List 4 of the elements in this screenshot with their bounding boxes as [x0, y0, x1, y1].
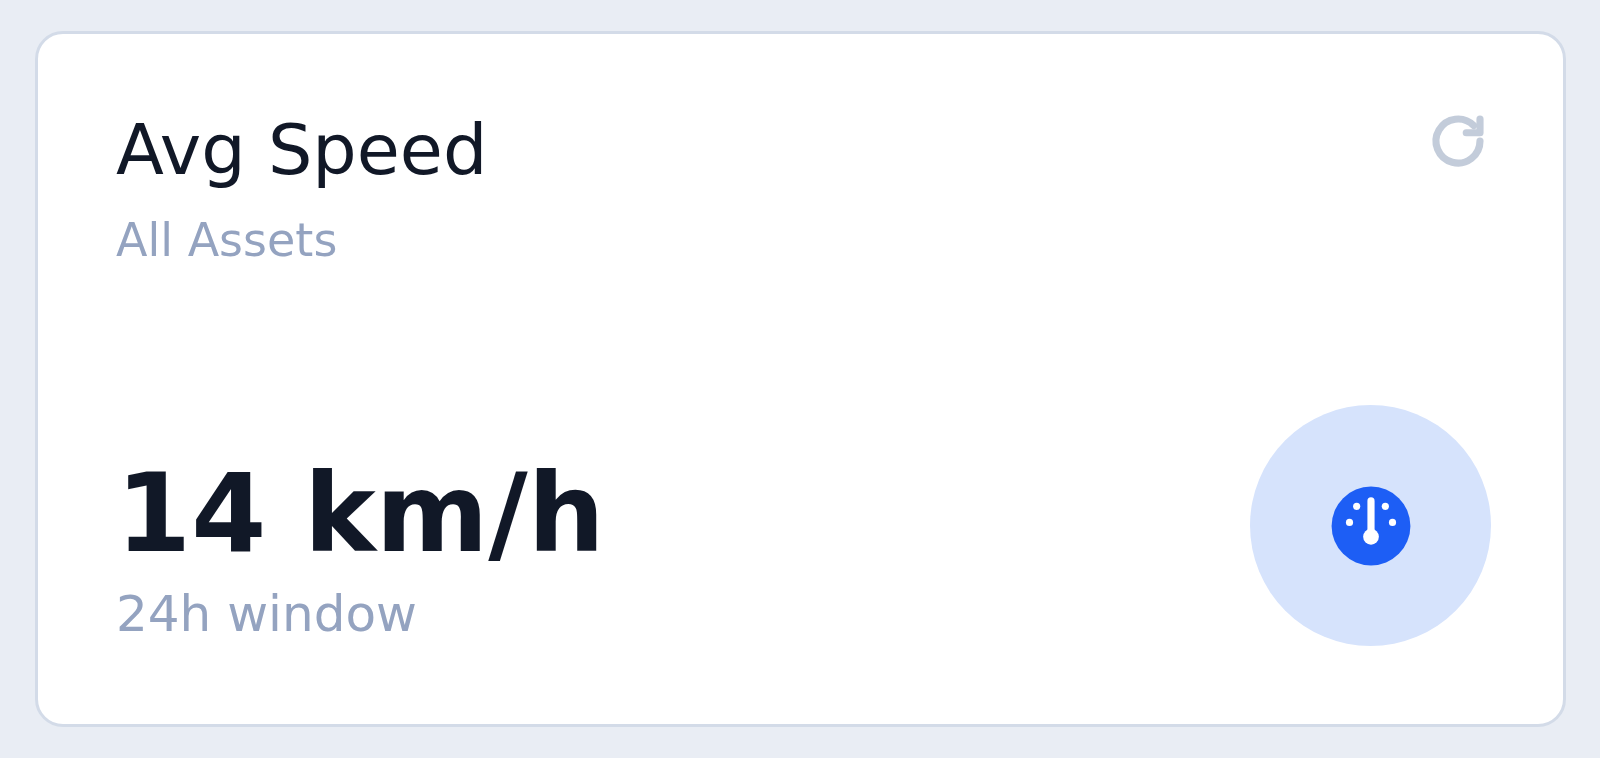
card-title: Avg Speed [116, 112, 488, 189]
speed-caption: 24h window [116, 584, 418, 644]
speed-value: 14 km/h [116, 455, 605, 574]
card-subtitle: All Assets [116, 213, 339, 269]
